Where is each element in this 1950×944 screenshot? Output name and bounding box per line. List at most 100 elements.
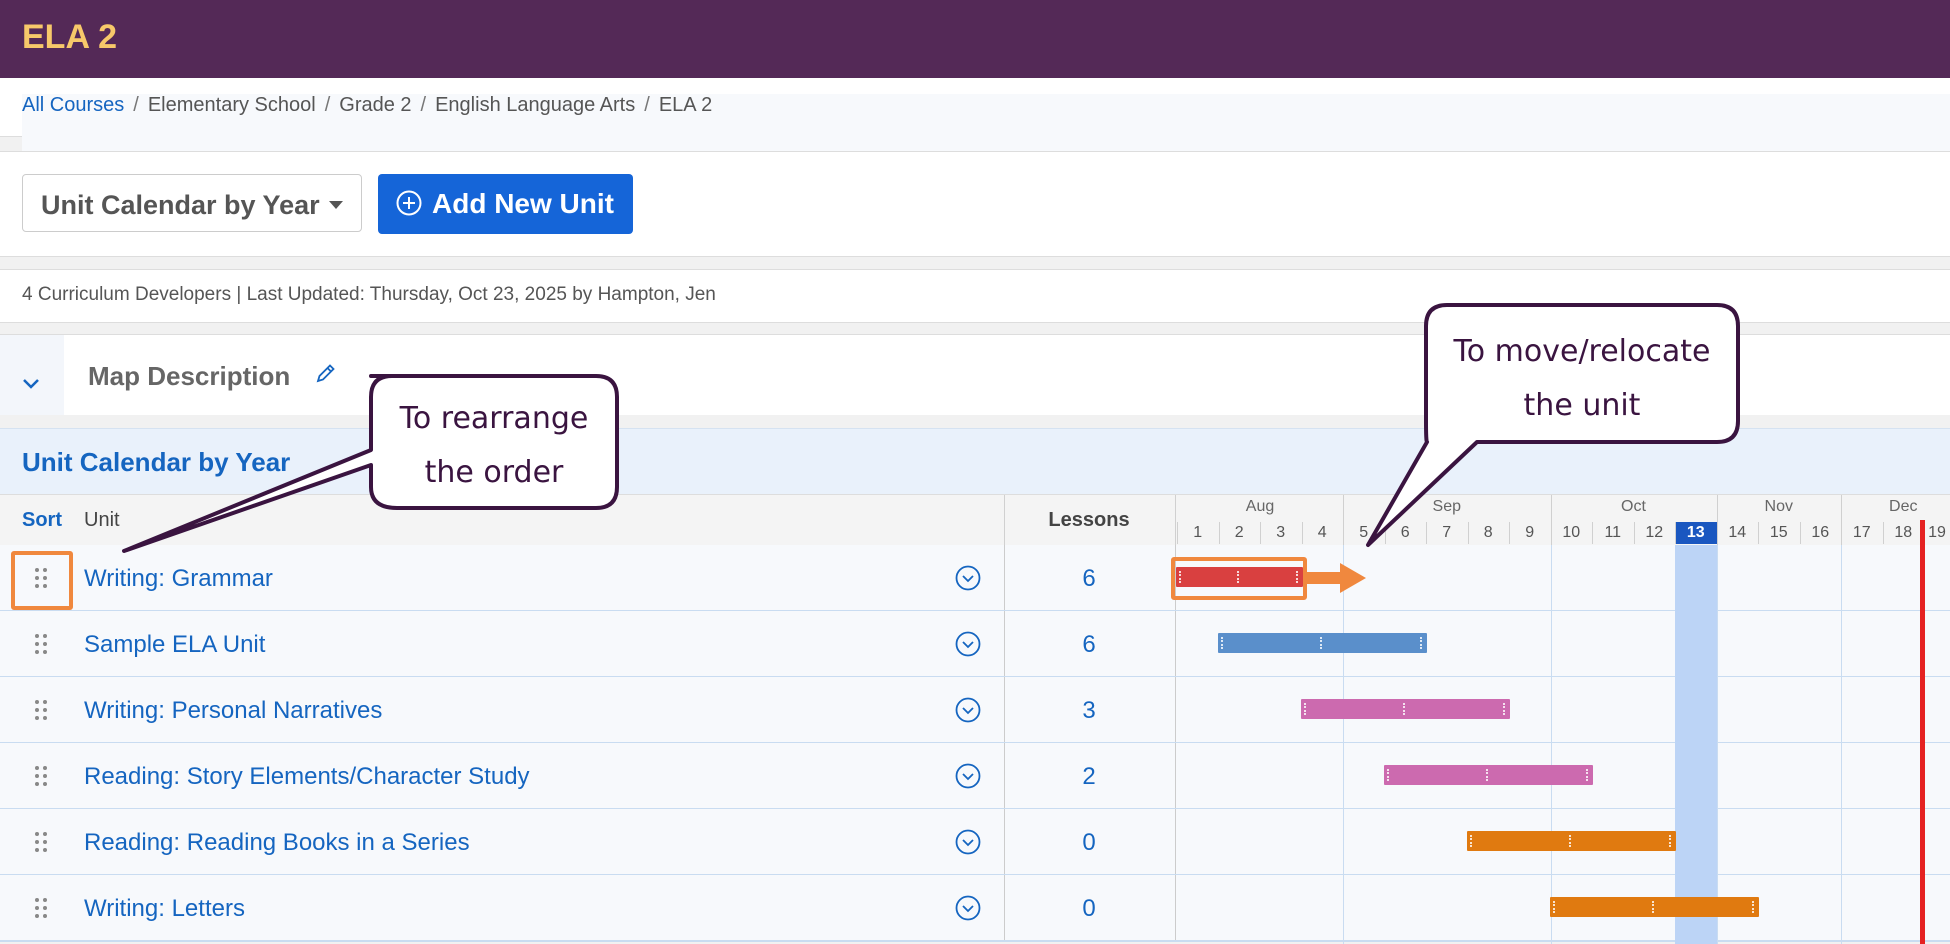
today-line	[1920, 520, 1925, 944]
week-divider	[1799, 522, 1801, 544]
bar-grip-icon[interactable]	[1552, 901, 1559, 913]
bar-grip-icon[interactable]	[1320, 637, 1326, 649]
week-divider	[1592, 522, 1593, 544]
description-toggle[interactable]	[0, 335, 64, 415]
chevron-circle-down-icon[interactable]	[955, 829, 981, 855]
drag-handle-icon[interactable]	[34, 633, 48, 655]
lesson-count: 0	[1082, 895, 1096, 922]
unit-timeline-bar[interactable]	[1466, 831, 1676, 851]
move-callout: To move/relocate the unit	[1426, 325, 1738, 433]
caret-down-icon	[329, 201, 343, 209]
unit-name-link[interactable]: Writing: Personal Narratives	[84, 697, 382, 725]
drag-handle-icon[interactable]	[34, 897, 48, 919]
bar-grip-icon[interactable]	[1503, 703, 1509, 715]
bar-grip-icon[interactable]	[1669, 835, 1675, 847]
week-divider	[1882, 522, 1884, 544]
drag-handle-highlight	[11, 551, 73, 610]
view-select-label: Unit Calendar by Year	[41, 190, 320, 220]
app-header: ELA 2	[0, 0, 1950, 78]
lesson-count: 6	[1082, 565, 1096, 592]
bar-grip-icon[interactable]	[1386, 769, 1393, 781]
unit-name-link[interactable]: Writing: Letters	[84, 895, 245, 923]
week-label: 2	[1234, 524, 1244, 541]
month-label: Aug	[1245, 498, 1275, 515]
week-divider	[1841, 522, 1842, 544]
breadcrumb-elementary-school[interactable]: Elementary School	[148, 94, 316, 116]
month-label: Nov	[1764, 498, 1793, 515]
week-divider	[1633, 522, 1635, 544]
week-label: 18	[1894, 524, 1913, 541]
breadcrumb-separator: /	[644, 94, 650, 116]
lesson-count: 2	[1082, 763, 1096, 790]
drag-handle-icon[interactable]	[34, 699, 48, 721]
lesson-count: 0	[1082, 829, 1096, 856]
unit-timeline-bar[interactable]	[1383, 765, 1593, 785]
week-label: 17	[1852, 524, 1871, 541]
month-divider	[1550, 545, 1552, 944]
breadcrumb-grade[interactable]: Grade 2	[339, 94, 411, 116]
week-label: 8	[1483, 524, 1493, 541]
breadcrumb-separator: /	[324, 94, 331, 116]
unit-name-link[interactable]: Reading: Story Elements/Character Study	[84, 763, 530, 791]
unit-timeline-bar[interactable]	[1217, 633, 1427, 653]
column-divider	[1175, 611, 1176, 676]
week-label: 9	[1525, 524, 1535, 541]
chevron-circle-down-icon[interactable]	[955, 631, 981, 657]
bar-grip-icon[interactable]	[1586, 769, 1592, 781]
drag-handle-icon[interactable]	[34, 765, 48, 787]
column-divider	[1175, 677, 1176, 742]
week-divider	[1260, 522, 1261, 544]
bar-grip-icon[interactable]	[1420, 637, 1426, 649]
week-divider	[1509, 522, 1510, 544]
bar-grip-icon[interactable]	[1220, 637, 1227, 649]
week-divider	[1716, 522, 1718, 544]
bar-grip-icon[interactable]	[1752, 901, 1758, 913]
unit-row: Sample ELA Unit 6	[0, 611, 1950, 678]
map-description-label: Map Description	[88, 361, 291, 391]
unit-timeline-bar[interactable]	[1549, 897, 1759, 917]
week-label: 4	[1317, 524, 1327, 541]
breadcrumb-subject[interactable]: English Language Arts	[435, 94, 635, 116]
week-label: 3	[1276, 524, 1286, 541]
bar-grip-icon[interactable]	[1486, 769, 1492, 781]
bar-grip-icon[interactable]	[1469, 835, 1476, 847]
bar-grip-icon[interactable]	[1652, 901, 1658, 913]
bar-grip-icon[interactable]	[1303, 703, 1310, 715]
pencil-icon[interactable]	[314, 361, 338, 385]
calendar-title-bar: Unit Calendar by Year	[0, 428, 1950, 495]
bar-grip-icon[interactable]	[1569, 835, 1575, 847]
add-new-unit-button[interactable]: Add New Unit	[378, 174, 633, 234]
month-divider	[1841, 545, 1842, 944]
bar-highlight	[1171, 557, 1307, 600]
week-label: 13	[1675, 522, 1717, 544]
unit-name-link[interactable]: Writing: Grammar	[84, 565, 273, 593]
view-select[interactable]: Unit Calendar by Year	[22, 174, 362, 232]
chevron-circle-down-icon[interactable]	[955, 565, 981, 591]
breadcrumb-all-courses[interactable]: All Courses	[22, 94, 124, 116]
chevron-circle-down-icon[interactable]	[955, 697, 981, 723]
week-divider	[1426, 522, 1427, 544]
plus-circle-icon	[396, 190, 422, 216]
rearrange-callout-line: the order	[424, 455, 564, 490]
map-meta-text: 4 Curriculum Developers | Last Updated: …	[22, 284, 716, 305]
chevron-circle-down-icon[interactable]	[955, 763, 981, 789]
chevron-circle-down-icon[interactable]	[955, 895, 981, 921]
breadcrumb: All Courses / Elementary School / Grade 2 / En…	[0, 78, 1950, 161]
lesson-count: 6	[1082, 631, 1096, 658]
drag-handle-icon[interactable]	[34, 831, 48, 853]
column-divider	[1175, 809, 1176, 874]
unit-timeline-bar[interactable]	[1300, 699, 1510, 719]
week-divider	[1177, 522, 1178, 544]
current-week-highlight	[1675, 545, 1717, 944]
month-label: Oct	[1621, 498, 1646, 515]
unit-name-link[interactable]: Sample ELA Unit	[84, 631, 265, 659]
rearrange-callout: To rearrange the order	[371, 392, 617, 500]
rearrange-callout-line: To rearrange	[399, 401, 589, 436]
breadcrumb-course: ELA 2	[658, 94, 713, 116]
page-title: ELA 2	[22, 18, 118, 56]
bar-grip-icon[interactable]	[1403, 703, 1409, 715]
sort-column-header[interactable]: Sort	[22, 509, 62, 532]
unit-name-link[interactable]: Reading: Reading Books in a Series	[84, 829, 470, 857]
column-divider	[1175, 875, 1176, 940]
week-label: 1	[1193, 524, 1203, 541]
